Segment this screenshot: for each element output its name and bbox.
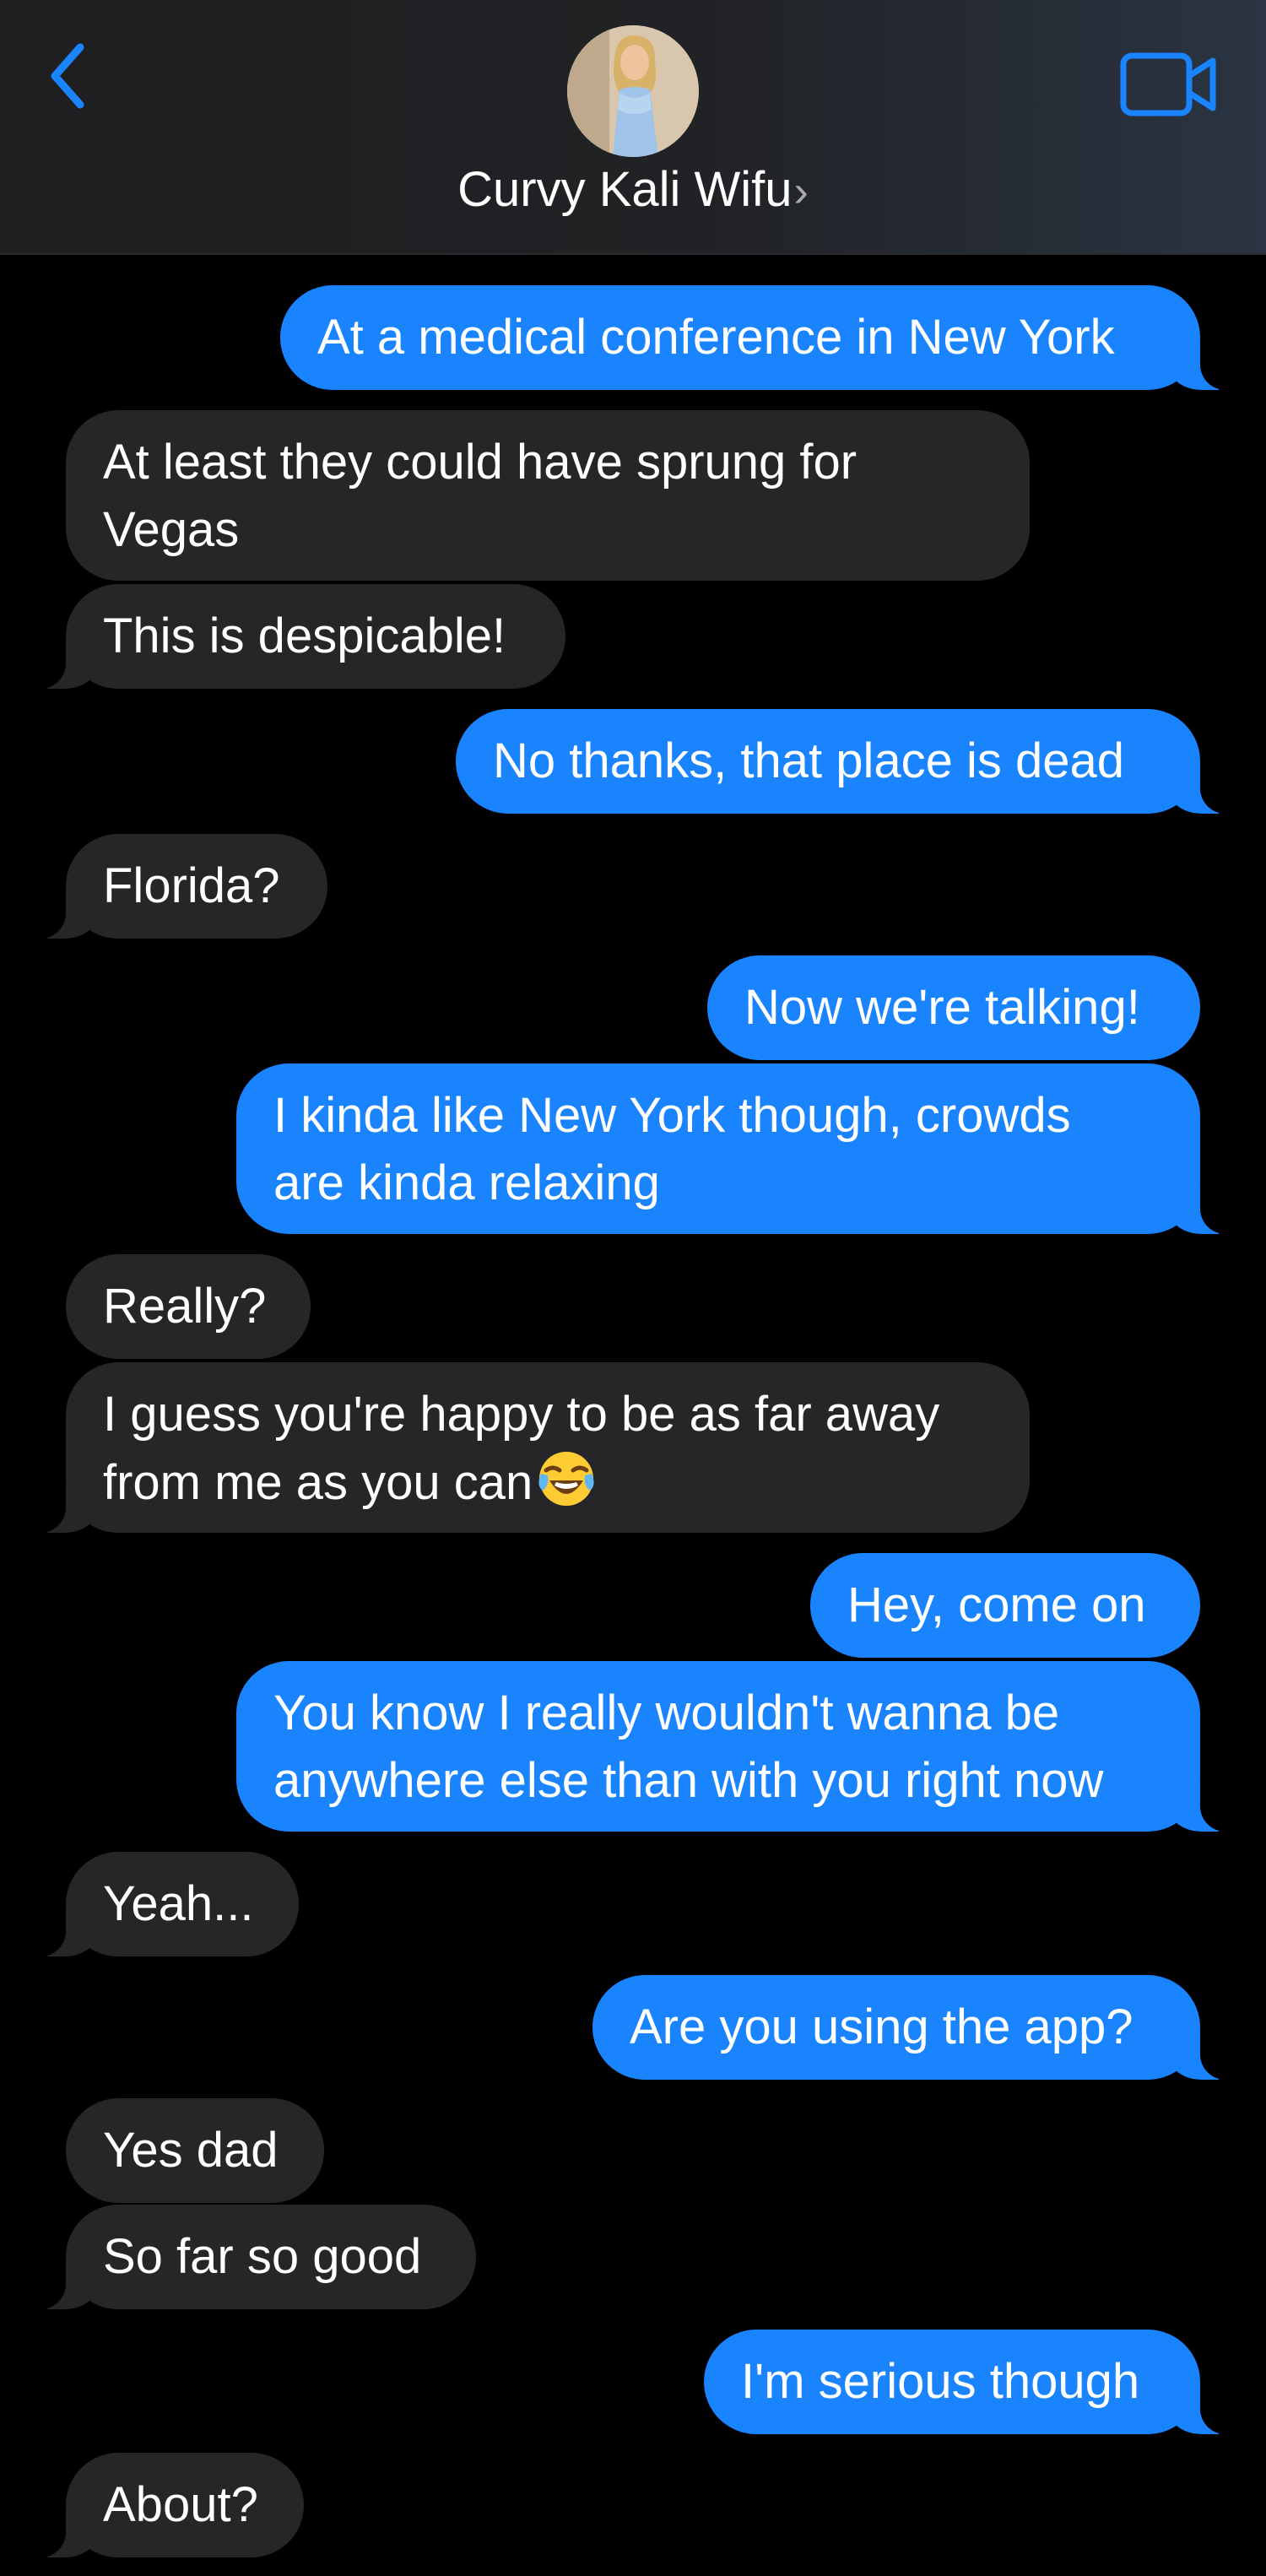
message-bubble-received[interactable]: This is despicable!	[66, 584, 565, 689]
message-text: At least they could have sprung for Vega…	[103, 435, 858, 557]
message-bubble-received[interactable]: Really?	[66, 1254, 311, 1359]
message-text: At a medical conference in New York	[317, 310, 1115, 365]
contact-name-button[interactable]: Curvy Kali Wifu›	[0, 160, 1266, 221]
message-text: I kinda like New York though, crowds are…	[273, 1088, 1071, 1210]
contact-name: Curvy Kali Wifu	[457, 162, 793, 217]
message-bubble-received[interactable]: Yeah...	[66, 1852, 299, 1956]
message-text: This is despicable!	[103, 609, 506, 663]
message-bubble-received[interactable]: So far so good	[66, 2205, 476, 2309]
contact-avatar[interactable]	[567, 25, 699, 157]
message-bubble-received[interactable]: I guess you're happy to be as far away f…	[66, 1362, 1030, 1533]
message-text: Yes dad	[103, 2123, 279, 2178]
chevron-left-icon	[51, 43, 84, 109]
message-bubble-received[interactable]: At least they could have sprung for Vega…	[66, 410, 1030, 581]
message-bubble-received[interactable]: About?	[66, 2453, 304, 2557]
message-bubble-received[interactable]: Florida?	[66, 834, 327, 939]
video-camera-icon	[1120, 52, 1216, 116]
message-bubble-sent[interactable]: Hey, come on	[810, 1553, 1200, 1658]
message-text: No thanks, that place is dead	[493, 733, 1125, 788]
face-with-tears-of-joy-icon	[536, 1448, 597, 1527]
message-text: Hey, come on	[847, 1578, 1146, 1632]
video-call-button[interactable]	[1114, 42, 1224, 127]
message-text: I'm serious though	[741, 2354, 1140, 2409]
message-text: About?	[103, 2477, 258, 2532]
message-text: Really?	[103, 1279, 267, 1334]
message-bubble-received[interactable]: Yes dad	[66, 2098, 324, 2203]
chevron-right-icon: ›	[793, 167, 809, 216]
avatar-photo	[567, 25, 699, 157]
message-text: Yeah...	[103, 1876, 254, 1931]
message-text: You know I really wouldn't wanna be anyw…	[273, 1686, 1104, 1808]
conversation-header: Curvy Kali Wifu›	[0, 0, 1266, 255]
message-bubble-sent[interactable]: Are you using the app?	[592, 1975, 1200, 2080]
message-bubble-sent[interactable]: You know I really wouldn't wanna be anyw…	[236, 1661, 1200, 1832]
message-text: I guess you're happy to be as far away f…	[103, 1381, 993, 1527]
message-text: Are you using the app?	[630, 2000, 1133, 2054]
message-bubble-sent[interactable]: No thanks, that place is dead	[456, 709, 1200, 814]
message-bubble-sent[interactable]: I kinda like New York though, crowds are…	[236, 1063, 1200, 1234]
message-text: Florida?	[103, 858, 280, 913]
message-bubble-sent[interactable]: At a medical conference in New York	[280, 285, 1200, 390]
message-text: So far so good	[103, 2229, 422, 2284]
message-text: Now we're talking!	[744, 980, 1140, 1035]
message-bubble-sent[interactable]: Now we're talking!	[707, 955, 1200, 1060]
message-text-content: I guess you're happy to be as far away f…	[103, 1387, 940, 1510]
back-button[interactable]	[34, 34, 101, 118]
message-bubble-sent[interactable]: I'm serious though	[704, 2330, 1200, 2434]
